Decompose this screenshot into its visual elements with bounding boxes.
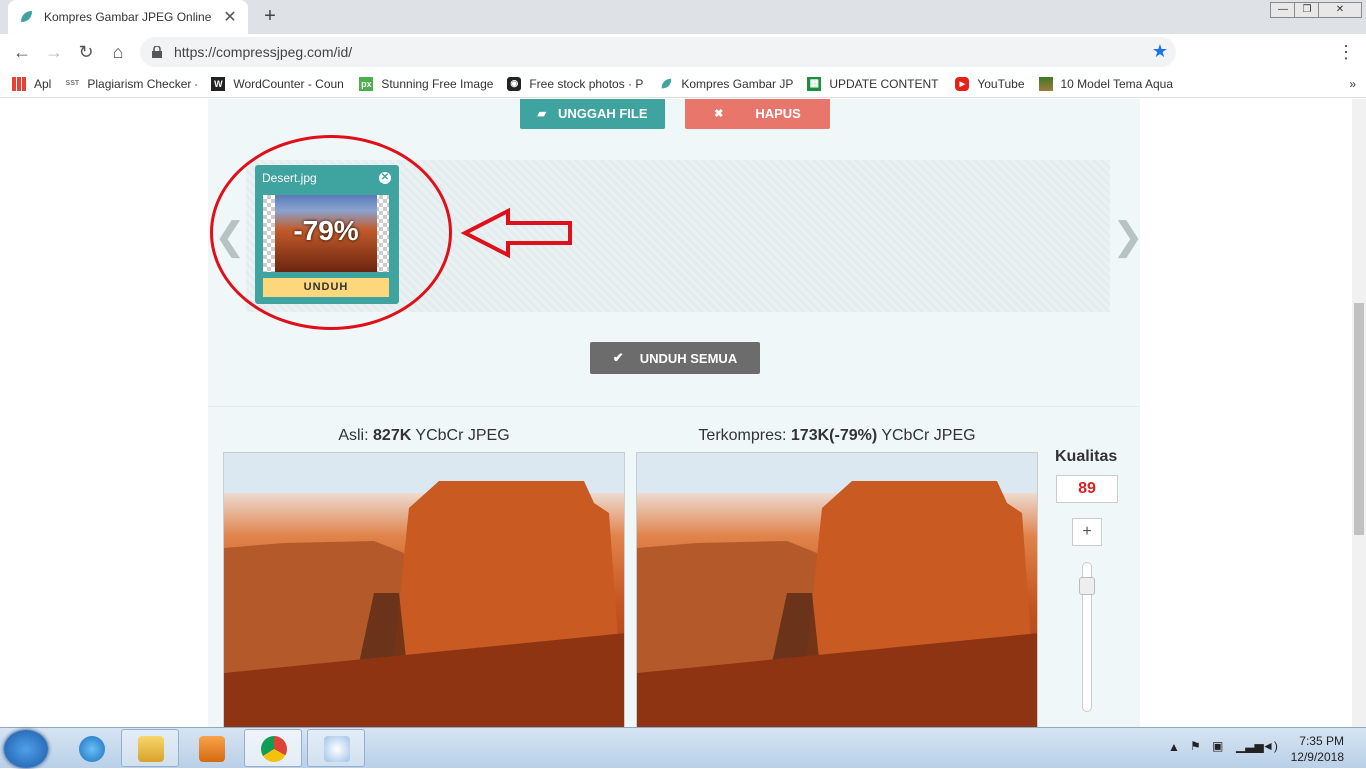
close-window-button[interactable]: ✕ <box>1318 2 1362 18</box>
lock-icon <box>152 46 162 58</box>
chrome-icon <box>261 736 287 762</box>
browser-toolbar: ← → ↻ ⌂ https://compressjpeg.com/id/ ★ A… <box>0 34 1366 95</box>
security-icon[interactable]: ▣ <box>1212 739 1223 753</box>
leaf-icon <box>21 11 32 22</box>
upload-label: UNGGAH FILE <box>557 105 648 121</box>
highlight-ellipse <box>210 135 452 330</box>
network-icon[interactable]: ▁▃▅ <box>1236 739 1264 753</box>
bookmark-label: Stunning Free Image <box>381 76 494 91</box>
quality-increase-button[interactable]: + <box>1072 518 1102 546</box>
minimize-button[interactable]: — <box>1270 2 1296 18</box>
home-button[interactable]: ⌂ <box>102 36 134 68</box>
x-icon: ✖ <box>714 107 724 120</box>
bookmark-plagiarism[interactable]: SST Plagiarism Checker - <box>65 76 198 91</box>
media-player-icon <box>199 736 225 762</box>
quality-slider[interactable] <box>1079 562 1095 712</box>
sst-icon: SST <box>65 80 80 87</box>
red-arrow-icon <box>460 207 572 259</box>
bookmark-wordcounter[interactable]: W WordCounter - Coun <box>211 76 345 91</box>
tab-strip: Kompres Gambar JPEG Online ✕ + — ❐ ✕ <box>0 0 1366 34</box>
px-icon: px <box>359 76 374 91</box>
download-all-button[interactable]: ✔ UNDUH SEMUA <box>590 342 760 374</box>
internet-explorer-icon <box>79 736 105 762</box>
bookmark-pixabay[interactable]: px Stunning Free Image <box>359 76 494 91</box>
more-bookmarks-button[interactable]: » <box>1349 77 1356 91</box>
start-button[interactable] <box>4 730 48 768</box>
menu-dots-icon[interactable]: ⋮ <box>1330 36 1362 68</box>
reload-button[interactable]: ↻ <box>70 36 102 68</box>
bookmark-aquarium[interactable]: 10 Model Tema Aqua <box>1038 76 1173 91</box>
folder-icon: ▰ <box>537 107 546 120</box>
original-prefix: Asli: <box>338 427 369 444</box>
taskbar-paint[interactable] <box>307 729 365 767</box>
bookmark-label: Kompres Gambar JPE <box>681 76 794 91</box>
bookmarks-bar: Apl SST Plagiarism Checker - W WordCount… <box>0 70 1366 98</box>
page-scrollbar[interactable] <box>1352 99 1366 727</box>
youtube-icon: ▶ <box>955 76 970 91</box>
apps-icon <box>12 76 26 91</box>
delete-button[interactable]: ✖ HAPUS <box>685 99 830 129</box>
show-hidden-icon[interactable]: ▲ <box>1168 740 1180 754</box>
taskbar-chrome[interactable] <box>244 729 302 767</box>
bookmark-apps[interactable]: Apl <box>12 76 52 91</box>
new-tab-button[interactable]: + <box>258 5 282 29</box>
bookmark-label: 10 Model Tema Aqua <box>1060 76 1173 91</box>
download-all-label: UNDUH SEMUA <box>639 350 738 366</box>
folder-icon <box>138 736 164 762</box>
camera-icon: ◉ <box>507 76 522 91</box>
aquarium-icon <box>1038 76 1053 91</box>
clock-time[interactable]: 7:35 PM <box>1299 734 1344 748</box>
bookmark-label: Free stock photos · P <box>529 76 644 91</box>
bookmark-label: YouTube <box>977 76 1025 91</box>
paint-icon <box>324 736 350 762</box>
original-info: Asli: 827K YCbCr JPEG <box>223 427 625 445</box>
check-icon: ✔ <box>612 350 624 365</box>
compressed-size: 173K(-79%) <box>790 427 878 444</box>
page-viewport: ▰ UNGGAH FILE ✖ HAPUS ❮ ❯ Desert.jpg ✕ -… <box>0 99 1352 727</box>
taskbar-explorer[interactable] <box>121 729 179 767</box>
url-text: https://compressjpeg.com/id/ <box>174 44 353 60</box>
scrollbar-thumb[interactable] <box>1354 303 1364 535</box>
close-tab-icon[interactable]: ✕ <box>222 7 238 27</box>
leaf-icon <box>659 77 673 91</box>
flag-icon[interactable]: ⚑ <box>1190 739 1201 753</box>
compressed-prefix: Terkompres: <box>698 427 787 444</box>
bookmark-label: WordCounter - Coun <box>233 76 344 91</box>
original-format: YCbCr JPEG <box>415 427 510 444</box>
address-bar[interactable]: https://compressjpeg.com/id/ ★ <box>140 37 1176 67</box>
bookmark-star-icon[interactable]: ★ <box>1152 41 1168 62</box>
system-tray: ▲ ⚑ ▣ ▁▃▅ ◄) 7:35 PM 12/9/2018 <box>1156 728 1366 769</box>
original-image-preview <box>223 452 625 727</box>
maximize-button[interactable]: ❐ <box>1294 2 1320 18</box>
windows-taskbar: ▲ ⚑ ▣ ▁▃▅ ◄) 7:35 PM 12/9/2018 <box>0 727 1366 768</box>
bookmark-sheets[interactable]: ▦ UPDATE CONTENT P <box>807 76 942 91</box>
bookmark-youtube[interactable]: ▶ YouTube <box>955 76 1025 91</box>
taskbar-ie[interactable] <box>62 729 120 767</box>
forward-button[interactable]: → <box>38 36 70 68</box>
back-button[interactable]: ← <box>6 36 38 68</box>
bookmark-label: Plagiarism Checker - <box>87 76 198 91</box>
volume-icon[interactable]: ◄) <box>1262 739 1278 753</box>
compressed-format: YCbCr JPEG <box>881 427 976 444</box>
compressed-info: Terkompres: 173K(-79%) YCbCr JPEG <box>636 427 1038 445</box>
bookmark-compressjpeg[interactable]: Kompres Gambar JPE <box>659 77 793 91</box>
browser-tab[interactable]: Kompres Gambar JPEG Online ✕ <box>8 0 248 34</box>
upload-button[interactable]: ▰ UNGGAH FILE <box>520 99 665 129</box>
sheets-icon: ▦ <box>807 76 822 91</box>
quality-input[interactable]: 89 <box>1056 475 1118 503</box>
bookmark-pexels[interactable]: ◉ Free stock photos · P <box>507 76 645 91</box>
quality-label: Kualitas <box>1055 448 1118 465</box>
divider <box>208 406 1140 407</box>
compressed-image-preview <box>636 452 1038 727</box>
clock-date[interactable]: 12/9/2018 <box>1291 750 1344 764</box>
taskbar-media[interactable] <box>182 729 240 767</box>
bookmark-label: UPDATE CONTENT P <box>829 76 942 91</box>
quality-slider-handle[interactable] <box>1079 577 1095 595</box>
w-icon: W <box>211 76 226 91</box>
tab-title: Kompres Gambar JPEG Online <box>44 10 212 24</box>
delete-label: HAPUS <box>755 105 801 121</box>
carousel-next-icon[interactable]: ❯ <box>1112 214 1144 259</box>
original-size: 827K <box>373 427 412 444</box>
bookmark-label: Apl <box>34 76 52 91</box>
